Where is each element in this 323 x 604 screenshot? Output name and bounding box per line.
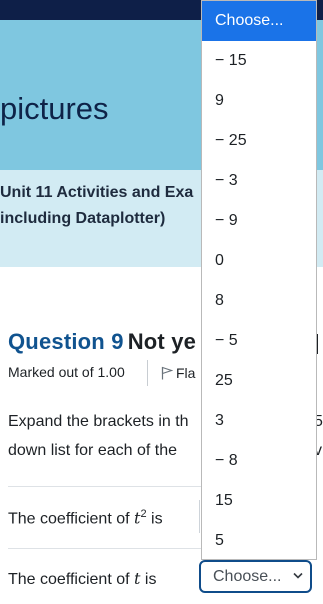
dropdown-option[interactable]: − 3: [202, 161, 316, 201]
page-title: pictures: [0, 91, 109, 126]
flag-question-link[interactable]: Fla: [161, 365, 195, 381]
dropdown-option[interactable]: 0: [202, 241, 316, 281]
question-heading: Question 9 Not ye: [8, 329, 196, 355]
coefficient-t2-label: The coefficient of t2 is: [8, 508, 163, 528]
dropdown-option[interactable]: − 15: [202, 41, 316, 81]
flag-label: Fla: [176, 365, 196, 381]
flag-icon: [161, 366, 174, 380]
select-value: Choose...: [213, 568, 282, 585]
dropdown-options-list[interactable]: Choose... − 15 9 − 25 − 3 − 9 0 8 − 5 25…: [201, 0, 317, 560]
question-instructions: Expand the brackets in th down list for …: [8, 407, 189, 465]
question-number: Question 9: [8, 329, 124, 354]
course-name-line-1: Unit 11 Activities and Exa: [0, 184, 194, 201]
question-status: Not ye: [127, 329, 197, 354]
dropdown-option[interactable]: 3: [202, 401, 316, 441]
coefficient-t-select[interactable]: Choose...: [199, 560, 312, 593]
dropdown-option[interactable]: 5: [202, 521, 316, 561]
dropdown-option[interactable]: 25: [202, 361, 316, 401]
chevron-down-icon: [293, 572, 303, 579]
dropdown-option[interactable]: Choose...: [202, 1, 316, 41]
dropdown-option[interactable]: 8: [202, 281, 316, 321]
dropdown-option[interactable]: − 9: [202, 201, 316, 241]
dropdown-option[interactable]: − 25: [202, 121, 316, 161]
coefficient-t-label: The coefficient of t is: [8, 569, 157, 588]
dropdown-option[interactable]: − 5: [202, 321, 316, 361]
instruction-line-1: Expand the brackets in th: [8, 413, 189, 430]
dropdown-option[interactable]: − 8: [202, 441, 316, 481]
dropdown-option[interactable]: 9: [202, 81, 316, 121]
dropdown-option[interactable]: 15: [202, 481, 316, 521]
info-separator: [147, 360, 148, 386]
marked-out-of: Marked out of 1.00: [8, 364, 125, 380]
course-name-line-2: including Dataplotter): [0, 210, 166, 227]
instruction-line-2: down list for each of the: [8, 442, 177, 459]
